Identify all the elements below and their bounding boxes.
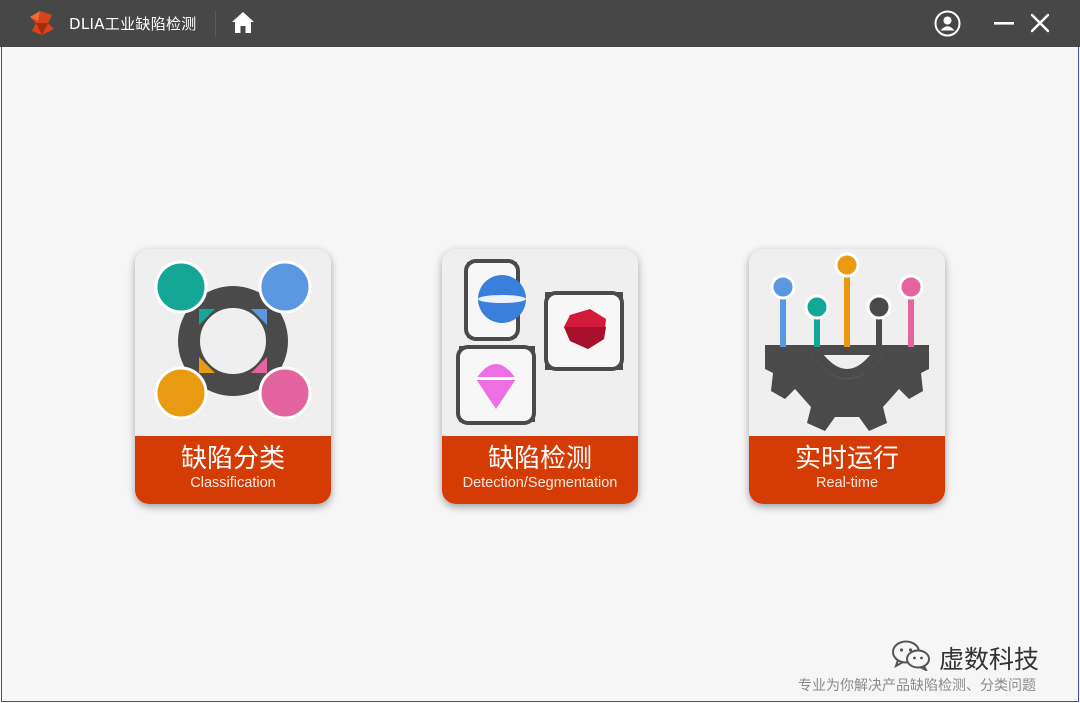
realtime-banner: 实时运行 Real-time [749,436,945,504]
title-bar: DLIA工业缺陷检测 [0,0,1080,47]
classification-icon [154,260,312,420]
wechat-icon [892,640,930,671]
card-subtitle: Classification [190,475,276,491]
card-title: 缺陷分类 [180,444,285,474]
detection-banner: 缺陷检测 Detection/Segmentation [442,436,638,504]
close-icon[interactable] [1027,10,1053,36]
classification-banner: 缺陷分类 Classification [135,436,331,504]
realtime-icon [765,252,929,431]
app-title: DLIA工业缺陷检测 [69,15,197,33]
app-logo-icon [30,11,54,35]
title-divider [215,10,216,37]
detection-card[interactable]: 缺陷检测 Detection/Segmentation [442,249,638,504]
minimize-icon[interactable] [991,10,1017,36]
card-title: 缺陷检测 [487,444,592,474]
card-title: 实时运行 [794,444,899,474]
watermark-slogan: 专业为你解决产品缺陷检测、分类问题 [798,678,1036,694]
home-icon[interactable] [229,9,257,37]
card-subtitle: Detection/Segmentation [462,475,618,491]
card-subtitle: Real-time [815,475,879,491]
detection-icon [456,259,624,425]
realtime-card[interactable]: 实时运行 Real-time [749,249,945,504]
classification-card[interactable]: 缺陷分类 Classification [135,249,331,504]
watermark-name: 虚数科技 [939,645,1040,674]
user-icon[interactable] [933,9,962,38]
